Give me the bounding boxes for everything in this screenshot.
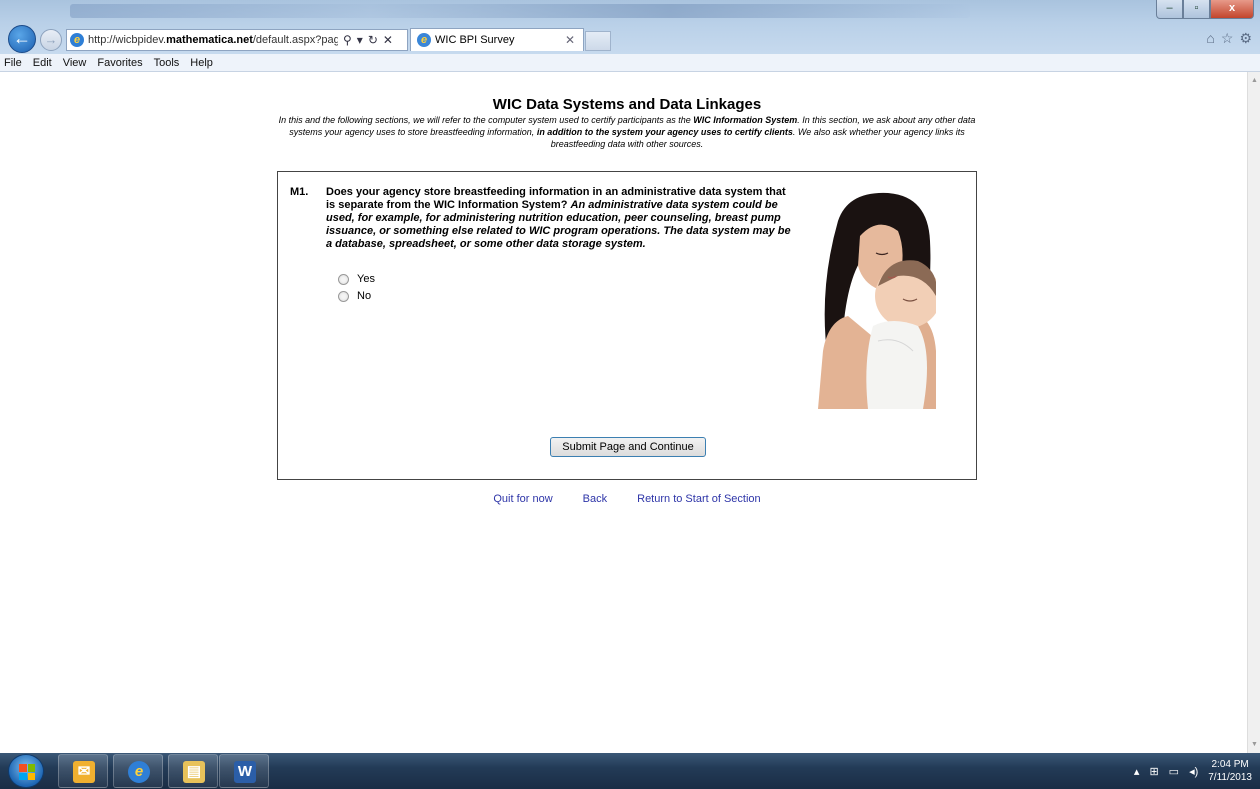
monitor-icon[interactable]: ▭ (1169, 765, 1179, 778)
taskbar-outlook[interactable]: ✉ (58, 754, 108, 788)
question-box: M1. Does your agency store breastfeeding… (277, 171, 977, 480)
url-text: http://wicbpidev.mathematica.net/default… (88, 34, 338, 46)
favorites-star-icon[interactable]: ☆ (1221, 30, 1234, 47)
ie-tab-icon: e (417, 33, 431, 47)
clock-time: 2:04 PM (1211, 759, 1249, 770)
maximize-button[interactable]: ▫ (1183, 0, 1210, 19)
close-button[interactable]: x (1210, 0, 1254, 19)
scroll-up-icon[interactable]: ▲ (1251, 77, 1258, 84)
minimize-button[interactable]: ‒ (1156, 0, 1183, 19)
folder-icon: ▤ (183, 761, 205, 783)
ie-icon: e (128, 761, 150, 783)
system-tray: ▴ ⊞ ▭ ◂) 2:04 PM 7/11/2013 (1134, 753, 1252, 789)
option-no-label: No (357, 290, 372, 302)
menu-help[interactable]: Help (190, 57, 213, 69)
network-icon[interactable]: ⊞ (1149, 765, 1158, 778)
radio-no[interactable] (338, 290, 349, 302)
option-no[interactable]: No (338, 290, 371, 302)
vertical-scrollbar[interactable]: ▲ ▼ (1247, 72, 1260, 753)
page-title: WIC Data Systems and Data Linkages (492, 96, 762, 113)
taskbar-word[interactable]: W (219, 754, 269, 788)
word-icon: W (234, 761, 256, 783)
menu-file[interactable]: File (4, 57, 22, 69)
refresh-icon[interactable]: ↻ (368, 33, 378, 47)
menu-bar: File Edit View Favorites Tools Help (0, 54, 1260, 72)
tab-wic-bpi-survey[interactable]: e WIC BPI Survey ✕ (410, 28, 584, 51)
home-icon[interactable]: ⌂ (1206, 30, 1214, 47)
new-tab-button[interactable] (585, 31, 611, 51)
menu-view[interactable]: View (63, 57, 87, 69)
browser-toolbar-icons: ⌂ ☆ ⚙ (1206, 30, 1252, 47)
dropdown-icon[interactable]: ▾ (357, 33, 363, 47)
question-number: M1. (290, 186, 309, 198)
search-icon[interactable]: ⚲ (343, 33, 352, 47)
show-hidden-icons-icon[interactable]: ▴ (1134, 765, 1140, 778)
address-bar[interactable]: e http://wicbpidev.mathematica.net/defau… (66, 29, 408, 51)
menu-tools[interactable]: Tools (154, 57, 180, 69)
stop-icon[interactable]: ✕ (383, 33, 393, 47)
option-yes[interactable]: Yes (338, 273, 375, 285)
back-arrow-icon[interactable]: ← (8, 25, 36, 53)
scroll-down-icon[interactable]: ▼ (1251, 741, 1258, 748)
submit-button[interactable]: Submit Page and Continue (550, 437, 706, 457)
background-windows (70, 4, 970, 18)
clock[interactable]: 2:04 PM 7/11/2013 (1208, 758, 1252, 784)
question-text: Does your agency store breastfeeding inf… (326, 186, 791, 250)
gear-icon[interactable]: ⚙ (1239, 30, 1252, 47)
menu-favorites[interactable]: Favorites (97, 57, 142, 69)
forward-arrow-icon[interactable]: → (40, 29, 62, 51)
tab-close-icon[interactable]: ✕ (565, 33, 575, 47)
windows-logo-icon (19, 764, 35, 780)
intro-text: In this and the following sections, we w… (278, 115, 976, 149)
web-page: WIC Data Systems and Data Linkages In th… (0, 72, 1247, 753)
clock-date: 7/11/2013 (1208, 772, 1252, 783)
mother-and-baby-photo (818, 191, 936, 409)
menu-edit[interactable]: Edit (33, 57, 52, 69)
navigation-links: Quit for now Back Return to Start of Sec… (277, 493, 977, 505)
start-button[interactable] (8, 754, 44, 788)
radio-yes[interactable] (338, 273, 349, 285)
tab-title: WIC BPI Survey (435, 34, 515, 46)
taskbar-internet-explorer[interactable]: e (113, 754, 163, 788)
quit-link[interactable]: Quit for now (493, 493, 552, 505)
option-yes-label: Yes (357, 273, 375, 285)
window-controls: ‒ ▫ x (1156, 0, 1254, 19)
taskbar-explorer[interactable]: ▤ (168, 754, 218, 788)
volume-icon[interactable]: ◂) (1189, 765, 1198, 778)
ie-page-icon: e (70, 33, 84, 47)
taskbar: ✉ e ▤ W ▴ ⊞ ▭ ◂) 2:04 PM 7/11/2013 (0, 753, 1260, 789)
outlook-icon: ✉ (73, 761, 95, 783)
back-link[interactable]: Back (583, 493, 607, 505)
return-to-start-link[interactable]: Return to Start of Section (637, 493, 761, 505)
